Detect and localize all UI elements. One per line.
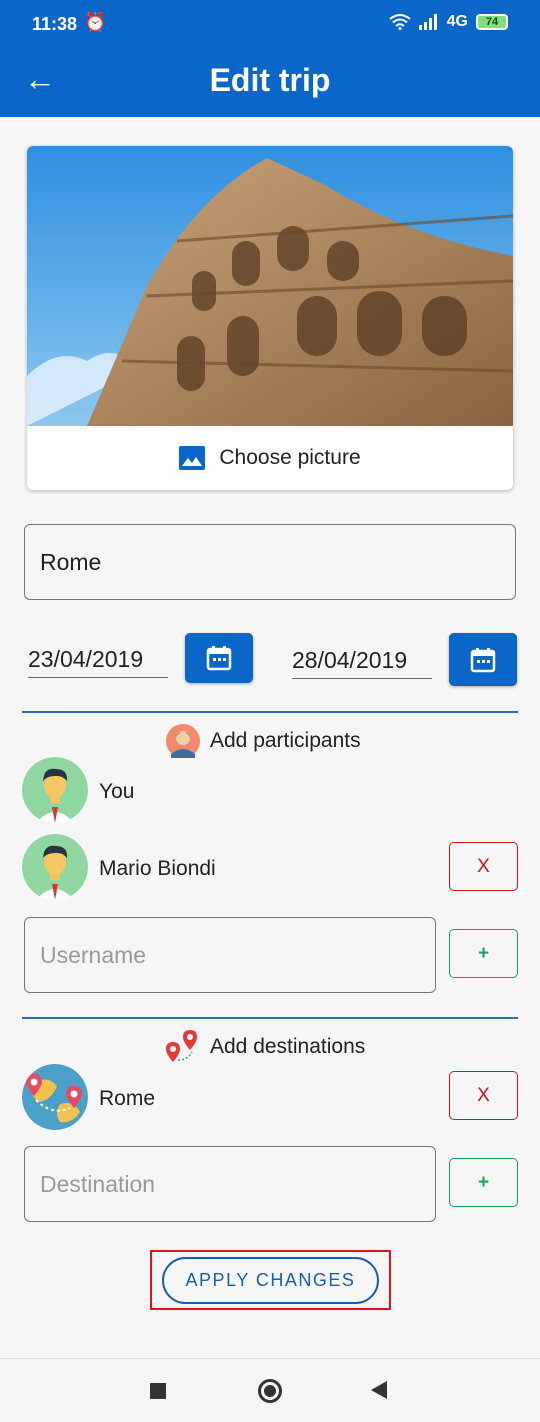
- map-pins-icon: [166, 1030, 197, 1062]
- battery-level: 74: [485, 16, 499, 28]
- destinations-heading: Add destinations: [164, 1030, 365, 1064]
- app-bar: ← Edit trip: [0, 48, 540, 117]
- add-destination-button[interactable]: +: [449, 1158, 518, 1207]
- signal-icon: [418, 14, 437, 30]
- calendar-icon: [206, 646, 232, 671]
- trip-picture-card: Choose picture: [27, 146, 513, 490]
- alarm-off-icon: ⏰: [84, 12, 107, 32]
- wifi-icon: [389, 14, 411, 30]
- choose-picture-button[interactable]: Choose picture: [27, 426, 513, 490]
- remove-destination-label: X: [477, 1084, 490, 1106]
- participants-heading: Add participants: [166, 724, 361, 758]
- avatar: [22, 757, 88, 823]
- remove-participant-label: X: [477, 855, 490, 877]
- system-navigation-bar: [0, 1358, 540, 1422]
- apply-changes-label: APPLY CHANGES: [185, 1270, 356, 1290]
- apply-changes-button[interactable]: APPLY CHANGES: [162, 1257, 379, 1304]
- end-date-value: 28/04/2019: [292, 647, 408, 673]
- back-triangle-icon[interactable]: [371, 1381, 387, 1399]
- trip-name-input[interactable]: Rome: [24, 524, 516, 600]
- participant-avatar-icon: [166, 724, 200, 758]
- choose-picture-label: Choose picture: [219, 446, 361, 469]
- status-icons: 4G 74: [389, 13, 508, 31]
- remove-participant-button[interactable]: X: [449, 842, 518, 891]
- page-title: Edit trip: [209, 62, 331, 98]
- destinations-heading-label: Add destinations: [210, 1035, 366, 1058]
- home-icon[interactable]: [258, 1379, 282, 1403]
- destination-input[interactable]: Destination: [24, 1146, 436, 1222]
- section-divider: [22, 711, 518, 713]
- start-date-field[interactable]: 23/04/2019: [28, 646, 168, 678]
- destination-avatar: [22, 1064, 88, 1130]
- status-bar: 11:38 ⏰ 4G 74: [0, 0, 540, 48]
- battery-icon: 74: [476, 14, 508, 30]
- destination-placeholder: Destination: [40, 1170, 156, 1197]
- participants-heading-label: Add participants: [210, 729, 361, 752]
- remove-destination-button[interactable]: X: [449, 1071, 518, 1120]
- trip-name-value: Rome: [40, 548, 102, 575]
- destination-name: Rome: [99, 1087, 156, 1110]
- add-participant-label: +: [477, 942, 490, 964]
- recents-icon[interactable]: [150, 1383, 166, 1399]
- network-type: 4G: [446, 13, 468, 30]
- participant-name: You: [99, 780, 135, 803]
- username-input[interactable]: Username: [24, 917, 436, 993]
- status-time: 11:38: [32, 14, 78, 34]
- start-date-picker-button[interactable]: [185, 633, 253, 683]
- add-destination-label: +: [477, 1171, 490, 1193]
- participant-name: Mario Biondi: [99, 857, 216, 880]
- add-participant-button[interactable]: +: [449, 929, 518, 978]
- calendar-icon: [470, 647, 496, 672]
- avatar: [22, 834, 88, 900]
- end-date-picker-button[interactable]: [449, 633, 517, 686]
- username-placeholder: Username: [40, 941, 147, 968]
- image-icon: [179, 446, 206, 470]
- end-date-field[interactable]: 28/04/2019: [292, 647, 432, 679]
- start-date-value: 23/04/2019: [28, 646, 144, 672]
- trip-photo: [27, 146, 513, 426]
- section-divider: [22, 1017, 518, 1019]
